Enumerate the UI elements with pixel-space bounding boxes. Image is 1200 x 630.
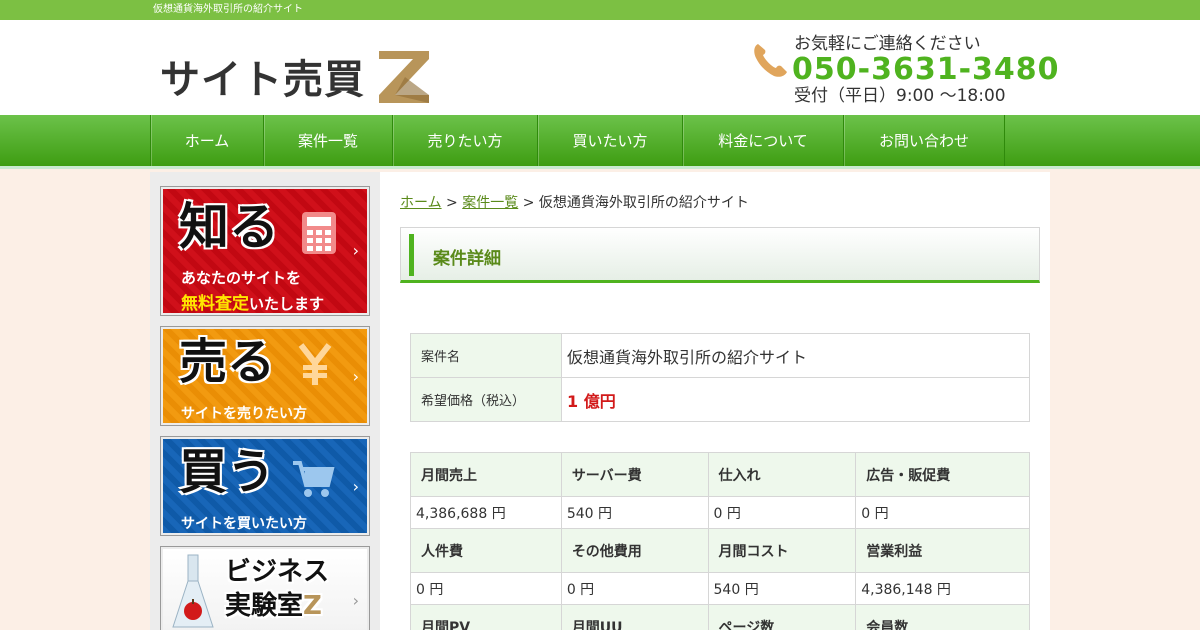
chevron-right-icon: › [352,477,359,496]
table-cell: 0 円 [707,496,857,529]
listing-name-label: 案件名 [410,333,562,378]
details-table: 月間売上 サーバー費 仕入れ 広告・販促費 4,386,688 円 540 円 … [410,452,1030,630]
breadcrumb-home[interactable]: ホーム [400,195,442,211]
table-row: 希望価格（税込） 1 億円 [410,377,1030,422]
table-cell: 4,386,148 円 [855,572,1030,605]
banner-buy[interactable]: 買う › サイトを買いたい方 [160,436,370,536]
banner-appraisal-line1: あなたのサイトを [181,269,302,287]
nav-item-contact[interactable]: お問い合わせ [844,115,1005,166]
table-cell: 4,386,688 円 [410,496,562,529]
chevron-right-icon: › [352,367,359,386]
logo-text: サイト売買 [160,57,365,103]
banner-appraisal-line2: 無料査定いたします [181,289,324,314]
table-cell: 0 円 [410,572,562,605]
banner-lab-line2-text: 実験室 [225,591,304,621]
header: サイト売買 お気軽にご連絡ください 050-3631-3480 受付（平日）9:… [0,20,1200,115]
banner-sell-title: 売る [179,334,276,390]
banner-lab-z-letter: Z [303,591,322,621]
table-header-row: 人件費 その他費用 月間コスト 営業利益 [410,528,1030,573]
banner-appraisal-free: 無料査定 [181,294,249,314]
table-header-cell: 会員数 [855,604,1030,630]
site-logo[interactable]: サイト売買 [160,46,433,106]
banner-sell-subtitle: サイトを売りたい方 [181,406,307,422]
site-tagline: 仮想通貨海外取引所の紹介サイト [153,4,303,15]
table-header-row: 月間PV 月間UU ページ数 会員数 [410,604,1030,630]
price-value: 1 億円 [561,377,1030,422]
summary-table: 案件名 仮想通貨海外取引所の紹介サイト 希望価格（税込） 1 億円 [410,333,1030,422]
table-row: 0 円 0 円 540 円 4,386,148 円 [410,572,1030,605]
breadcrumb-current: 仮想通貨海外取引所の紹介サイト [538,195,749,211]
banner-lab-line2: 実験室Z [225,591,322,621]
banner-sell[interactable]: 売る › サイトを売りたい方 [160,326,370,426]
section-heading: 案件詳細 [400,227,1040,283]
banner-lab-line1: ビジネス [225,557,330,587]
table-cell: 0 円 [560,572,709,605]
table-header-cell: 人件費 [410,528,562,573]
banner-appraisal[interactable]: 知る › あなたのサイトを 無料査定いたします [160,186,370,316]
table-header-cell: その他費用 [560,528,709,573]
table-cell: 540 円 [707,572,857,605]
price-label: 希望価格（税込） [410,377,562,422]
sidebar: 知る › あなたのサイトを 無料査定いたします 売る › サイトを売りたい方 買… [150,172,380,630]
nav-item-pricing[interactable]: 料金について [683,115,844,166]
logo-z-mark [379,51,429,103]
breadcrumb-separator: > [522,195,535,211]
calculator-icon [302,212,336,254]
banner-buy-subtitle: サイトを買いたい方 [181,516,307,532]
cart-icon [293,461,335,497]
phone-number[interactable]: 050-3631-3480 [792,52,1060,88]
table-row: 4,386,688 円 540 円 0 円 0 円 [410,496,1030,529]
heading-accent-bar [409,234,414,276]
table-header-cell: 月間売上 [410,452,562,497]
flask-icon [172,554,214,628]
table-cell: 0 円 [855,496,1030,529]
table-header-cell: 広告・販促費 [855,452,1030,497]
chevron-right-icon: › [352,591,359,610]
phone-icon [754,44,787,77]
nav-item-home[interactable]: ホーム [151,115,264,166]
main-content: ホーム > 案件一覧 > 仮想通貨海外取引所の紹介サイト 案件詳細 案件名 仮想… [380,172,1050,630]
chevron-right-icon: › [352,241,359,260]
banner-buy-title: 買う [179,444,276,500]
table-row: 案件名 仮想通貨海外取引所の紹介サイト [410,333,1030,378]
breadcrumb: ホーム > 案件一覧 > 仮想通貨海外取引所の紹介サイト [400,194,749,212]
table-header-cell: 月間コスト [707,528,857,573]
contact-lead: お気軽にご連絡ください [794,34,981,54]
listing-name-value: 仮想通貨海外取引所の紹介サイト [561,333,1030,378]
business-hours: 受付（平日）9:00 ～18:00 [794,86,1006,106]
table-header-cell: 仕入れ [707,452,857,497]
table-header-cell: サーバー費 [560,452,709,497]
breadcrumb-listings[interactable]: 案件一覧 [462,195,518,211]
banner-appraisal-title: 知る [179,198,279,256]
table-header-cell: ページ数 [707,604,857,630]
table-header-cell: 月間PV [410,604,562,630]
nav-item-sellers[interactable]: 売りたい方 [393,115,538,166]
banner-business-lab[interactable]: ビジネス 実験室Z › [160,546,370,630]
section-title: 案件詳細 [433,249,501,269]
table-header-cell: 月間UU [560,604,709,630]
nav-item-buyers[interactable]: 買いたい方 [538,115,683,166]
table-cell: 540 円 [560,496,709,529]
top-bar: 仮想通貨海外取引所の紹介サイト [0,0,1200,20]
yen-icon [298,343,332,385]
banner-appraisal-line2-rest: いたします [249,295,325,313]
breadcrumb-separator: > [446,195,458,211]
table-header-row: 月間売上 サーバー費 仕入れ 広告・販促費 [410,452,1030,497]
global-nav: ホーム 案件一覧 売りたい方 買いたい方 料金について お問い合わせ [0,115,1200,169]
contact-box: お気軽にご連絡ください 050-3631-3480 受付（平日）9:00 ～18… [750,34,1060,106]
nav-item-listings[interactable]: 案件一覧 [264,115,393,166]
table-header-cell: 営業利益 [855,528,1030,573]
